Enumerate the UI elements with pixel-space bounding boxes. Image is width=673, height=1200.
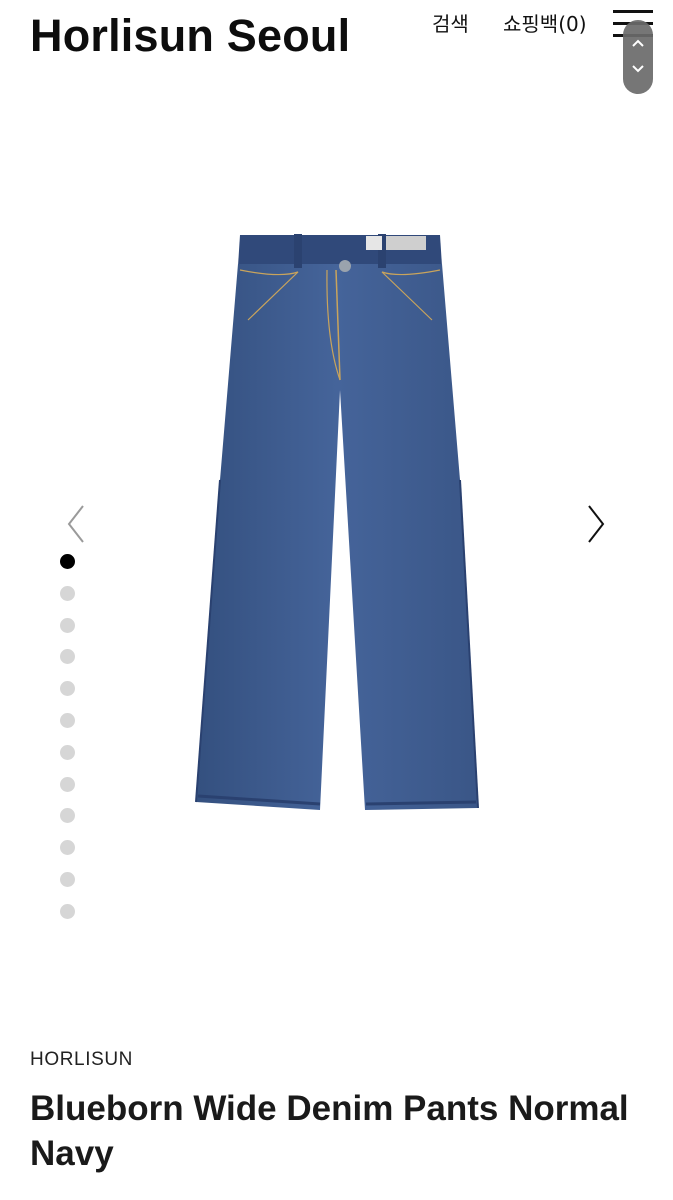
pagination-dot[interactable] bbox=[60, 554, 75, 569]
next-image-arrow-icon[interactable] bbox=[582, 500, 612, 548]
pagination-dot[interactable] bbox=[60, 649, 75, 665]
shopping-bag-link[interactable]: 쇼핑백(0) bbox=[503, 12, 587, 36]
pagination-dot[interactable] bbox=[60, 744, 75, 760]
pagination-dot[interactable] bbox=[60, 776, 75, 792]
search-link[interactable]: 검색 bbox=[432, 12, 469, 36]
pagination-dot[interactable] bbox=[60, 808, 75, 824]
pagination-dot[interactable] bbox=[60, 903, 75, 919]
product-image[interactable] bbox=[190, 230, 490, 820]
pagination-dot[interactable] bbox=[60, 617, 75, 633]
product-brand[interactable]: HORLISUN bbox=[30, 1049, 133, 1071]
image-pagination-dots bbox=[60, 554, 76, 936]
pagination-dot[interactable] bbox=[60, 871, 75, 887]
product-title: Blueborn Wide Denim Pants Normal Navy bbox=[30, 1089, 629, 1173]
pagination-dot[interactable] bbox=[60, 840, 75, 856]
pagination-dot[interactable] bbox=[60, 712, 75, 728]
scroll-buttons[interactable] bbox=[623, 20, 653, 94]
pagination-dot[interactable] bbox=[60, 681, 75, 697]
scroll-down-icon[interactable] bbox=[631, 64, 645, 74]
site-logo[interactable]: Horlisun Seoul bbox=[30, 10, 350, 62]
scroll-up-icon[interactable] bbox=[631, 38, 645, 48]
pagination-dot[interactable] bbox=[60, 585, 75, 601]
previous-image-arrow-icon[interactable] bbox=[63, 500, 93, 548]
